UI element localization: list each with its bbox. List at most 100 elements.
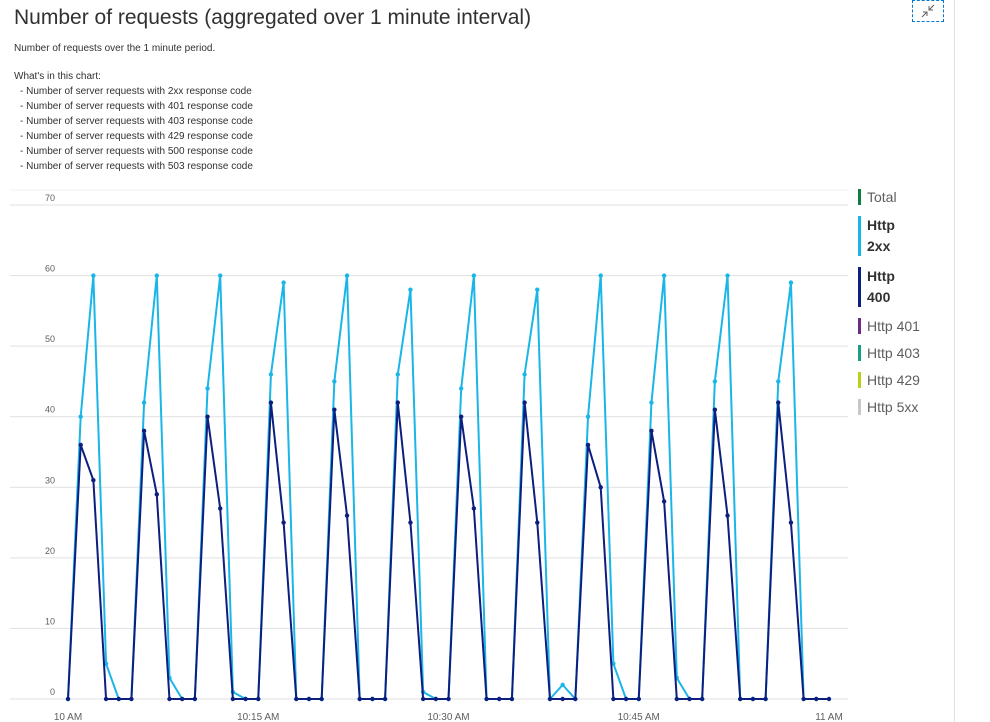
data-point — [319, 696, 324, 702]
data-point — [179, 696, 185, 702]
data-point — [91, 273, 96, 278]
x-tick-label: 10:15 AM — [237, 712, 279, 722]
data-point — [433, 696, 439, 702]
legend-label: Total — [867, 189, 897, 205]
data-point — [687, 696, 692, 702]
data-point — [573, 696, 578, 702]
y-tick-label: 10 — [45, 616, 55, 626]
data-point — [268, 372, 274, 377]
legend-label: Http 403 — [867, 345, 920, 361]
legend-swatch — [858, 345, 861, 361]
chart-legend: Total Http 2xx Http 400 Http 401 Http 40… — [858, 188, 954, 425]
data-point — [623, 696, 629, 702]
data-point — [205, 386, 210, 391]
legend-label: Http 5xx — [867, 399, 919, 415]
y-tick-label: 70 — [45, 193, 55, 203]
data-point — [522, 400, 527, 405]
data-point — [408, 287, 413, 292]
legend-swatch — [858, 216, 861, 256]
data-point — [750, 696, 756, 702]
legend-swatch — [858, 399, 861, 415]
line-chart: 0 10 20 30 40 50 60 70 10 AM 10:15 AM 10:30 AM 10:4… — [10, 189, 848, 722]
data-point — [661, 273, 667, 278]
data-point — [661, 499, 667, 504]
data-point — [103, 696, 109, 702]
data-point — [167, 696, 172, 702]
y-tick-label: 30 — [45, 475, 55, 485]
data-point — [78, 442, 83, 448]
data-point — [471, 506, 477, 511]
data-point — [547, 696, 553, 702]
legend-item-total[interactable]: Total — [858, 188, 954, 206]
data-point — [268, 400, 274, 405]
legend-swatch — [858, 372, 861, 388]
data-point — [141, 400, 147, 405]
data-point — [649, 428, 654, 434]
data-point — [560, 682, 565, 688]
data-point — [458, 386, 464, 391]
data-point — [230, 696, 236, 702]
data-point — [535, 520, 540, 525]
data-point — [243, 696, 248, 702]
x-tick-label: 11 AM — [815, 712, 843, 722]
x-tick-label: 10 AM — [54, 712, 82, 722]
legend-label: Http 2xx — [867, 217, 895, 254]
data-point — [141, 428, 147, 434]
series-line-http-400 — [67, 401, 829, 700]
data-point — [801, 696, 806, 702]
data-point — [776, 400, 781, 405]
y-tick-label: 50 — [45, 334, 55, 344]
data-point — [446, 696, 451, 702]
legend-item-http-429[interactable]: Http 429 — [858, 371, 954, 389]
data-point — [598, 273, 603, 278]
data-point — [497, 696, 502, 702]
data-point — [585, 414, 591, 419]
legend-label: Http 429 — [867, 372, 920, 388]
data-point — [712, 379, 718, 384]
data-point — [205, 414, 210, 419]
legend-label: Http 400 — [867, 268, 895, 305]
y-tick-label: 60 — [45, 264, 55, 274]
legend-item-http-401[interactable]: Http 401 — [858, 317, 954, 335]
data-point — [281, 280, 286, 285]
data-point — [370, 696, 375, 702]
data-point — [357, 696, 362, 702]
legend-swatch — [858, 318, 861, 334]
data-point — [154, 492, 159, 497]
data-point — [649, 400, 654, 405]
legend-swatch — [858, 189, 861, 205]
chart-panel: Number of requests (aggregated over 1 mi… — [0, 0, 955, 722]
data-point — [522, 372, 527, 377]
data-point — [218, 506, 223, 511]
data-point — [395, 400, 400, 405]
data-point — [382, 696, 388, 702]
data-point — [344, 273, 350, 278]
data-point — [560, 696, 565, 702]
legend-item-http-400[interactable]: Http 400 — [858, 266, 954, 308]
data-point — [78, 414, 83, 419]
data-point — [738, 696, 743, 702]
data-point — [458, 414, 464, 419]
data-point — [294, 696, 299, 702]
x-tick-label: 10:30 AM — [427, 712, 469, 722]
data-point — [712, 407, 718, 412]
data-point — [91, 478, 96, 483]
legend-item-http-2xx[interactable]: Http 2xx — [858, 215, 954, 257]
data-point — [585, 442, 591, 448]
data-point — [116, 696, 121, 702]
data-point — [256, 696, 261, 702]
data-point — [611, 696, 616, 702]
data-point — [306, 696, 312, 702]
legend-item-http-5xx[interactable]: Http 5xx — [858, 398, 954, 416]
data-point — [154, 273, 159, 278]
data-point — [763, 696, 768, 702]
data-point — [725, 273, 730, 278]
y-tick-label: 0 — [50, 687, 55, 697]
data-point — [344, 513, 350, 518]
data-point — [788, 280, 794, 285]
data-point — [192, 696, 198, 702]
data-point — [395, 372, 400, 377]
data-point — [535, 287, 540, 292]
legend-swatch — [858, 267, 861, 307]
legend-item-http-403[interactable]: Http 403 — [858, 344, 954, 362]
